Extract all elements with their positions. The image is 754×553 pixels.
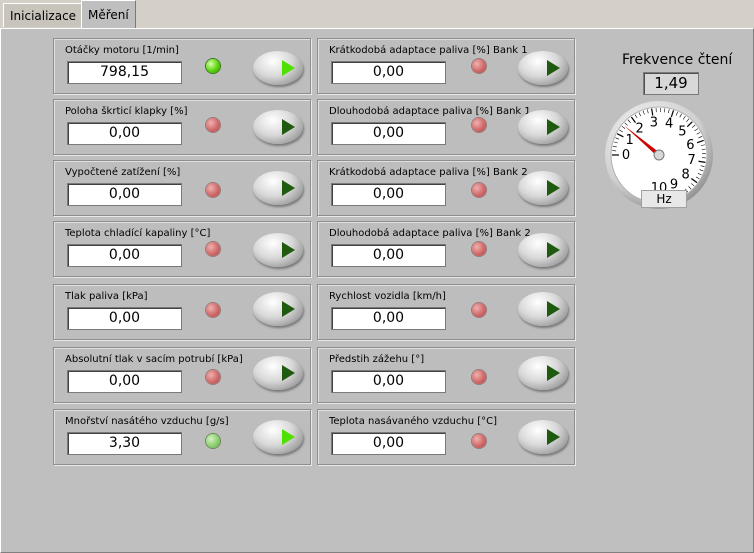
gauge-tick-label: 8: [682, 167, 690, 182]
measurement-value: 0,00: [67, 307, 182, 330]
toggle-measure-button[interactable]: [518, 356, 568, 390]
toggle-measure-button[interactable]: [518, 110, 568, 144]
measurement-label: Rychlost vozidla [km/h]: [329, 291, 446, 302]
measurement-label: Mnořství nasátého vzduchu [g/s]: [65, 416, 229, 427]
gauge-tick-label: 5: [678, 125, 686, 140]
measurement-value: 0,00: [331, 432, 446, 455]
measurement-label: Krátkodobá adaptace paliva [%] Bank 2: [329, 167, 528, 178]
status-led: [206, 370, 220, 384]
measurement-value: 0,00: [331, 122, 446, 145]
play-arrow-icon: [282, 301, 295, 317]
toggle-measure-button[interactable]: [518, 51, 568, 85]
play-arrow-icon: [282, 429, 295, 445]
measurement-value: 0,00: [331, 307, 446, 330]
measurement-value: 0,00: [67, 122, 182, 145]
gauge-unit-label: Hz: [641, 190, 687, 208]
play-arrow-icon: [547, 365, 560, 381]
measurement-value: 0,00: [67, 183, 182, 206]
status-led: [206, 434, 220, 448]
status-led: [472, 183, 486, 197]
tab-bar: Inicializace Měření: [0, 0, 754, 28]
measurement-label: Předstih zážehu [°]: [329, 354, 425, 365]
gauge-tick-label: 0: [622, 148, 630, 163]
measurement-label: Teplota chladící kapaliny [°C]: [65, 228, 211, 239]
play-arrow-icon: [282, 365, 295, 381]
gauge-tick-label: 1: [625, 133, 633, 148]
status-led: [206, 118, 220, 132]
status-led: [206, 242, 220, 256]
frequency-value-display: 1,49: [643, 72, 699, 95]
toggle-measure-button[interactable]: [253, 51, 303, 85]
measurement-label: Teplota nasávaného vzduchu [°C]: [329, 416, 497, 427]
toggle-measure-button[interactable]: [518, 171, 568, 205]
measurement-value: 3,30: [67, 432, 182, 455]
measurement-value: 798,15: [67, 61, 182, 84]
measurement-label: Krátkodobá adaptace paliva [%] Bank 1: [329, 45, 528, 56]
tab-mereni[interactable]: Měření: [81, 0, 136, 28]
status-led: [472, 434, 486, 448]
measurement-value: 0,00: [331, 61, 446, 84]
measurement-value: 0,00: [67, 370, 182, 393]
measurement-label: Dlouhodobá adaptace paliva [%] Bank 2: [329, 228, 531, 239]
measurement-label: Tlak paliva [kPa]: [65, 291, 148, 302]
status-led: [472, 242, 486, 256]
play-arrow-icon: [547, 242, 560, 258]
measurement-label: Vypočtené zatížení [%]: [65, 167, 181, 178]
tab-inicializace[interactable]: Inicializace: [3, 3, 84, 27]
status-led: [472, 59, 486, 73]
status-led: [206, 183, 220, 197]
gauge-tick-label: 4: [665, 117, 673, 132]
status-led: [206, 59, 220, 73]
toggle-measure-button[interactable]: [253, 420, 303, 454]
gauge-tick-label: 6: [686, 138, 694, 153]
status-led: [472, 118, 486, 132]
toggle-measure-button[interactable]: [518, 292, 568, 326]
play-arrow-icon: [282, 60, 295, 76]
measurement-label: Dlouhodobá adaptace paliva [%] Bank 1: [329, 106, 531, 117]
play-arrow-icon: [547, 429, 560, 445]
gauge-hub: [653, 149, 665, 161]
status-led: [206, 303, 220, 317]
measurement-label: Poloha škrticí klapky [%]: [65, 106, 188, 117]
gauge-tick-label: 7: [687, 153, 695, 168]
measurement-value: 0,00: [67, 244, 182, 267]
frequency-title: Frekvence čtení: [622, 52, 733, 68]
gauge-tick-label: 2: [635, 121, 643, 136]
toggle-measure-button[interactable]: [518, 233, 568, 267]
measurement-value: 0,00: [331, 370, 446, 393]
toggle-measure-button[interactable]: [518, 420, 568, 454]
toggle-measure-button[interactable]: [253, 233, 303, 267]
measurement-value: 0,00: [331, 244, 446, 267]
play-arrow-icon: [547, 119, 560, 135]
play-arrow-icon: [547, 60, 560, 76]
play-arrow-icon: [282, 242, 295, 258]
toggle-measure-button[interactable]: [253, 292, 303, 326]
measurement-label: Otáčky motoru [1/min]: [65, 45, 179, 56]
play-arrow-icon: [547, 301, 560, 317]
gauge-tick-label: 3: [650, 115, 658, 130]
play-arrow-icon: [282, 119, 295, 135]
status-led: [472, 370, 486, 384]
toggle-measure-button[interactable]: [253, 110, 303, 144]
play-arrow-icon: [282, 180, 295, 196]
measurement-value: 0,00: [331, 183, 446, 206]
measurement-label: Absolutní tlak v sacím potrubí [kPa]: [65, 354, 243, 365]
toggle-measure-button[interactable]: [253, 356, 303, 390]
play-arrow-icon: [547, 180, 560, 196]
toggle-measure-button[interactable]: [253, 171, 303, 205]
status-led: [472, 303, 486, 317]
